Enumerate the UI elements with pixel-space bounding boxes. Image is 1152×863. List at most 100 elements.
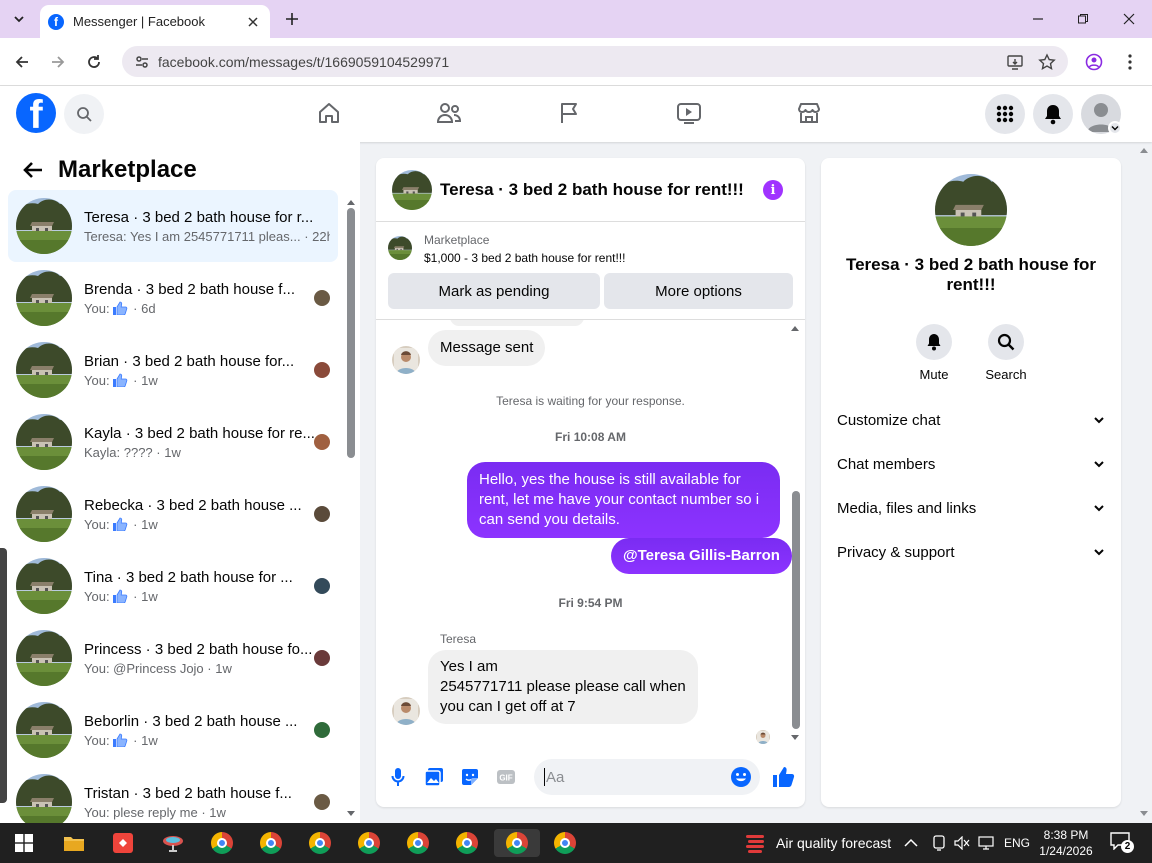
conversation-item[interactable]: Brenda · 3 bed 2 bath house f... You: · 6… bbox=[8, 262, 338, 334]
conversation-item[interactable]: Tina · 3 bed 2 bath house for ... You: · … bbox=[8, 550, 338, 622]
mark-as-pending-button[interactable]: Mark as pending bbox=[388, 273, 600, 309]
voice-clip-icon[interactable] bbox=[387, 766, 409, 788]
back-button[interactable] bbox=[10, 50, 34, 74]
facebook-top-nav: f bbox=[0, 86, 1152, 142]
privacy-support-row[interactable]: Privacy & support bbox=[837, 530, 1105, 574]
thread-scrollbar[interactable] bbox=[792, 491, 800, 729]
chrome-window-button[interactable] bbox=[447, 829, 487, 857]
start-button[interactable] bbox=[4, 829, 44, 857]
chrome-menu-button[interactable] bbox=[1118, 50, 1142, 74]
folder-icon bbox=[64, 837, 84, 851]
scroll-down-arrow-icon[interactable] bbox=[346, 810, 356, 818]
emoji-icon[interactable] bbox=[730, 766, 752, 788]
back-arrow-icon[interactable] bbox=[22, 159, 44, 181]
bookmark-star-icon[interactable] bbox=[1036, 51, 1058, 73]
gif-icon[interactable]: GIF bbox=[495, 766, 517, 788]
video-nav-icon[interactable] bbox=[674, 98, 704, 128]
app-button[interactable] bbox=[153, 829, 193, 857]
home-nav-icon[interactable] bbox=[314, 98, 344, 128]
send-like-icon[interactable] bbox=[771, 765, 795, 789]
chrome-window-button[interactable] bbox=[545, 829, 585, 857]
search-label: Search bbox=[985, 367, 1027, 382]
chat-title[interactable]: Teresa · 3 bed 2 bath house for rent!!! bbox=[440, 180, 744, 200]
listing-title[interactable]: $1,000 - 3 bed 2 bath house for rent!!! bbox=[424, 251, 625, 265]
customize-chat-row[interactable]: Customize chat bbox=[837, 398, 1105, 442]
mention-bubble-out[interactable]: @Teresa Gillis-Barron bbox=[611, 538, 792, 574]
omnibox[interactable]: facebook.com/messages/t/1669059104529971 bbox=[122, 46, 1068, 77]
teresa-avatar[interactable] bbox=[392, 346, 420, 374]
chat-header-thumbnail[interactable] bbox=[392, 169, 432, 210]
media-files-links-row[interactable]: Media, files and links bbox=[837, 486, 1105, 530]
facebook-logo-icon[interactable]: f bbox=[16, 93, 56, 133]
listing-thumbnail[interactable] bbox=[388, 236, 412, 260]
search-action[interactable]: Search bbox=[976, 324, 1036, 382]
friends-nav-icon[interactable] bbox=[434, 98, 464, 128]
svg-text:GIF: GIF bbox=[499, 774, 512, 783]
install-app-icon[interactable] bbox=[1004, 51, 1026, 73]
mute-action[interactable]: Mute bbox=[904, 324, 964, 382]
network-icon[interactable] bbox=[978, 836, 994, 850]
preview-time: 22h bbox=[312, 228, 330, 244]
teresa-avatar[interactable] bbox=[392, 697, 420, 725]
tab-search-button[interactable] bbox=[6, 7, 32, 31]
conversation-text: Kayla · 3 bed 2 bath house for re... Kayl… bbox=[84, 425, 330, 460]
file-explorer-button[interactable] bbox=[54, 829, 94, 857]
url-text[interactable]: facebook.com/messages/t/1669059104529971 bbox=[158, 54, 1004, 70]
conversation-item[interactable]: Rebecka · 3 bed 2 bath house ... You: · 1… bbox=[8, 478, 338, 550]
notifications-button[interactable] bbox=[1033, 94, 1073, 134]
conversation-item[interactable]: Teresa · 3 bed 2 bath house for r... Tere… bbox=[8, 190, 338, 262]
chrome-window-button[interactable] bbox=[202, 829, 242, 857]
new-tab-button[interactable] bbox=[282, 9, 302, 29]
marketplace-nav-icon[interactable] bbox=[794, 98, 824, 128]
close-window-button[interactable] bbox=[1106, 0, 1152, 38]
chevron-up-icon[interactable] bbox=[904, 838, 918, 848]
chrome-window-button[interactable] bbox=[251, 829, 291, 857]
conversation-item[interactable]: Beborlin · 3 bed 2 bath house ... You: · … bbox=[8, 694, 338, 766]
account-chevron-icon[interactable] bbox=[1108, 121, 1122, 135]
chrome-window-button-active[interactable] bbox=[494, 829, 540, 857]
forward-button[interactable] bbox=[46, 50, 70, 74]
clock[interactable]: 8:38 PM 1/24/2026 bbox=[1036, 827, 1096, 859]
anydesk-button[interactable] bbox=[103, 829, 143, 857]
chrome-window-button[interactable] bbox=[398, 829, 438, 857]
conversation-item[interactable]: Kayla · 3 bed 2 bath house for re... Kayl… bbox=[8, 406, 338, 478]
preview-separator: · bbox=[129, 516, 142, 532]
page-scroll-down-arrow-icon[interactable] bbox=[1139, 810, 1149, 818]
scroll-up-arrow-icon[interactable] bbox=[790, 324, 800, 332]
list-scrollbar[interactable] bbox=[347, 208, 355, 458]
restore-button[interactable] bbox=[1060, 0, 1106, 38]
reload-button[interactable] bbox=[82, 50, 106, 74]
notification-center-button[interactable]: 2 bbox=[1110, 832, 1134, 854]
chat-members-row[interactable]: Chat members bbox=[837, 442, 1105, 486]
browser-title-bar: f Messenger | Facebook bbox=[0, 0, 1152, 38]
chrome-window-button[interactable] bbox=[349, 829, 389, 857]
conversation-item[interactable]: Princess · 3 bed 2 bath house fo... You: … bbox=[8, 622, 338, 694]
conversation-info-button[interactable]: i bbox=[763, 180, 783, 200]
volume-muted-icon[interactable] bbox=[954, 836, 970, 850]
profile-button[interactable] bbox=[1082, 50, 1106, 74]
chrome-window-button[interactable] bbox=[300, 829, 340, 857]
scroll-down-arrow-icon[interactable] bbox=[790, 734, 800, 742]
windows-taskbar: Air quality forecast ENG 8:38 PM 1/24/20… bbox=[0, 823, 1152, 863]
pages-flag-nav-icon[interactable] bbox=[554, 98, 584, 128]
page-scroll-up-arrow-icon[interactable] bbox=[1139, 146, 1149, 154]
language-indicator[interactable]: ENG bbox=[1004, 836, 1030, 850]
close-tab-button[interactable] bbox=[244, 13, 262, 31]
minimize-button[interactable] bbox=[1015, 0, 1061, 38]
menu-grid-button[interactable] bbox=[985, 94, 1025, 134]
browser-tab[interactable]: f Messenger | Facebook bbox=[40, 5, 270, 38]
attach-photo-icon[interactable] bbox=[423, 766, 445, 788]
meet-now-icon[interactable] bbox=[932, 835, 946, 851]
site-info-icon[interactable] bbox=[132, 52, 152, 72]
plus-icon bbox=[286, 13, 298, 25]
more-options-button[interactable]: More options bbox=[604, 273, 793, 309]
chevron-down-icon bbox=[1094, 461, 1104, 468]
facebook-search-button[interactable] bbox=[64, 94, 104, 134]
sticker-icon[interactable] bbox=[459, 766, 481, 788]
message-input[interactable]: Aa bbox=[534, 759, 760, 795]
mute-button[interactable] bbox=[916, 324, 952, 360]
conversation-item[interactable]: Brian · 3 bed 2 bath house for... You: · … bbox=[8, 334, 338, 406]
weather-widget[interactable]: Air quality forecast bbox=[744, 823, 891, 863]
search-in-chat-button[interactable] bbox=[988, 324, 1024, 360]
scroll-up-arrow-icon[interactable] bbox=[346, 198, 356, 206]
